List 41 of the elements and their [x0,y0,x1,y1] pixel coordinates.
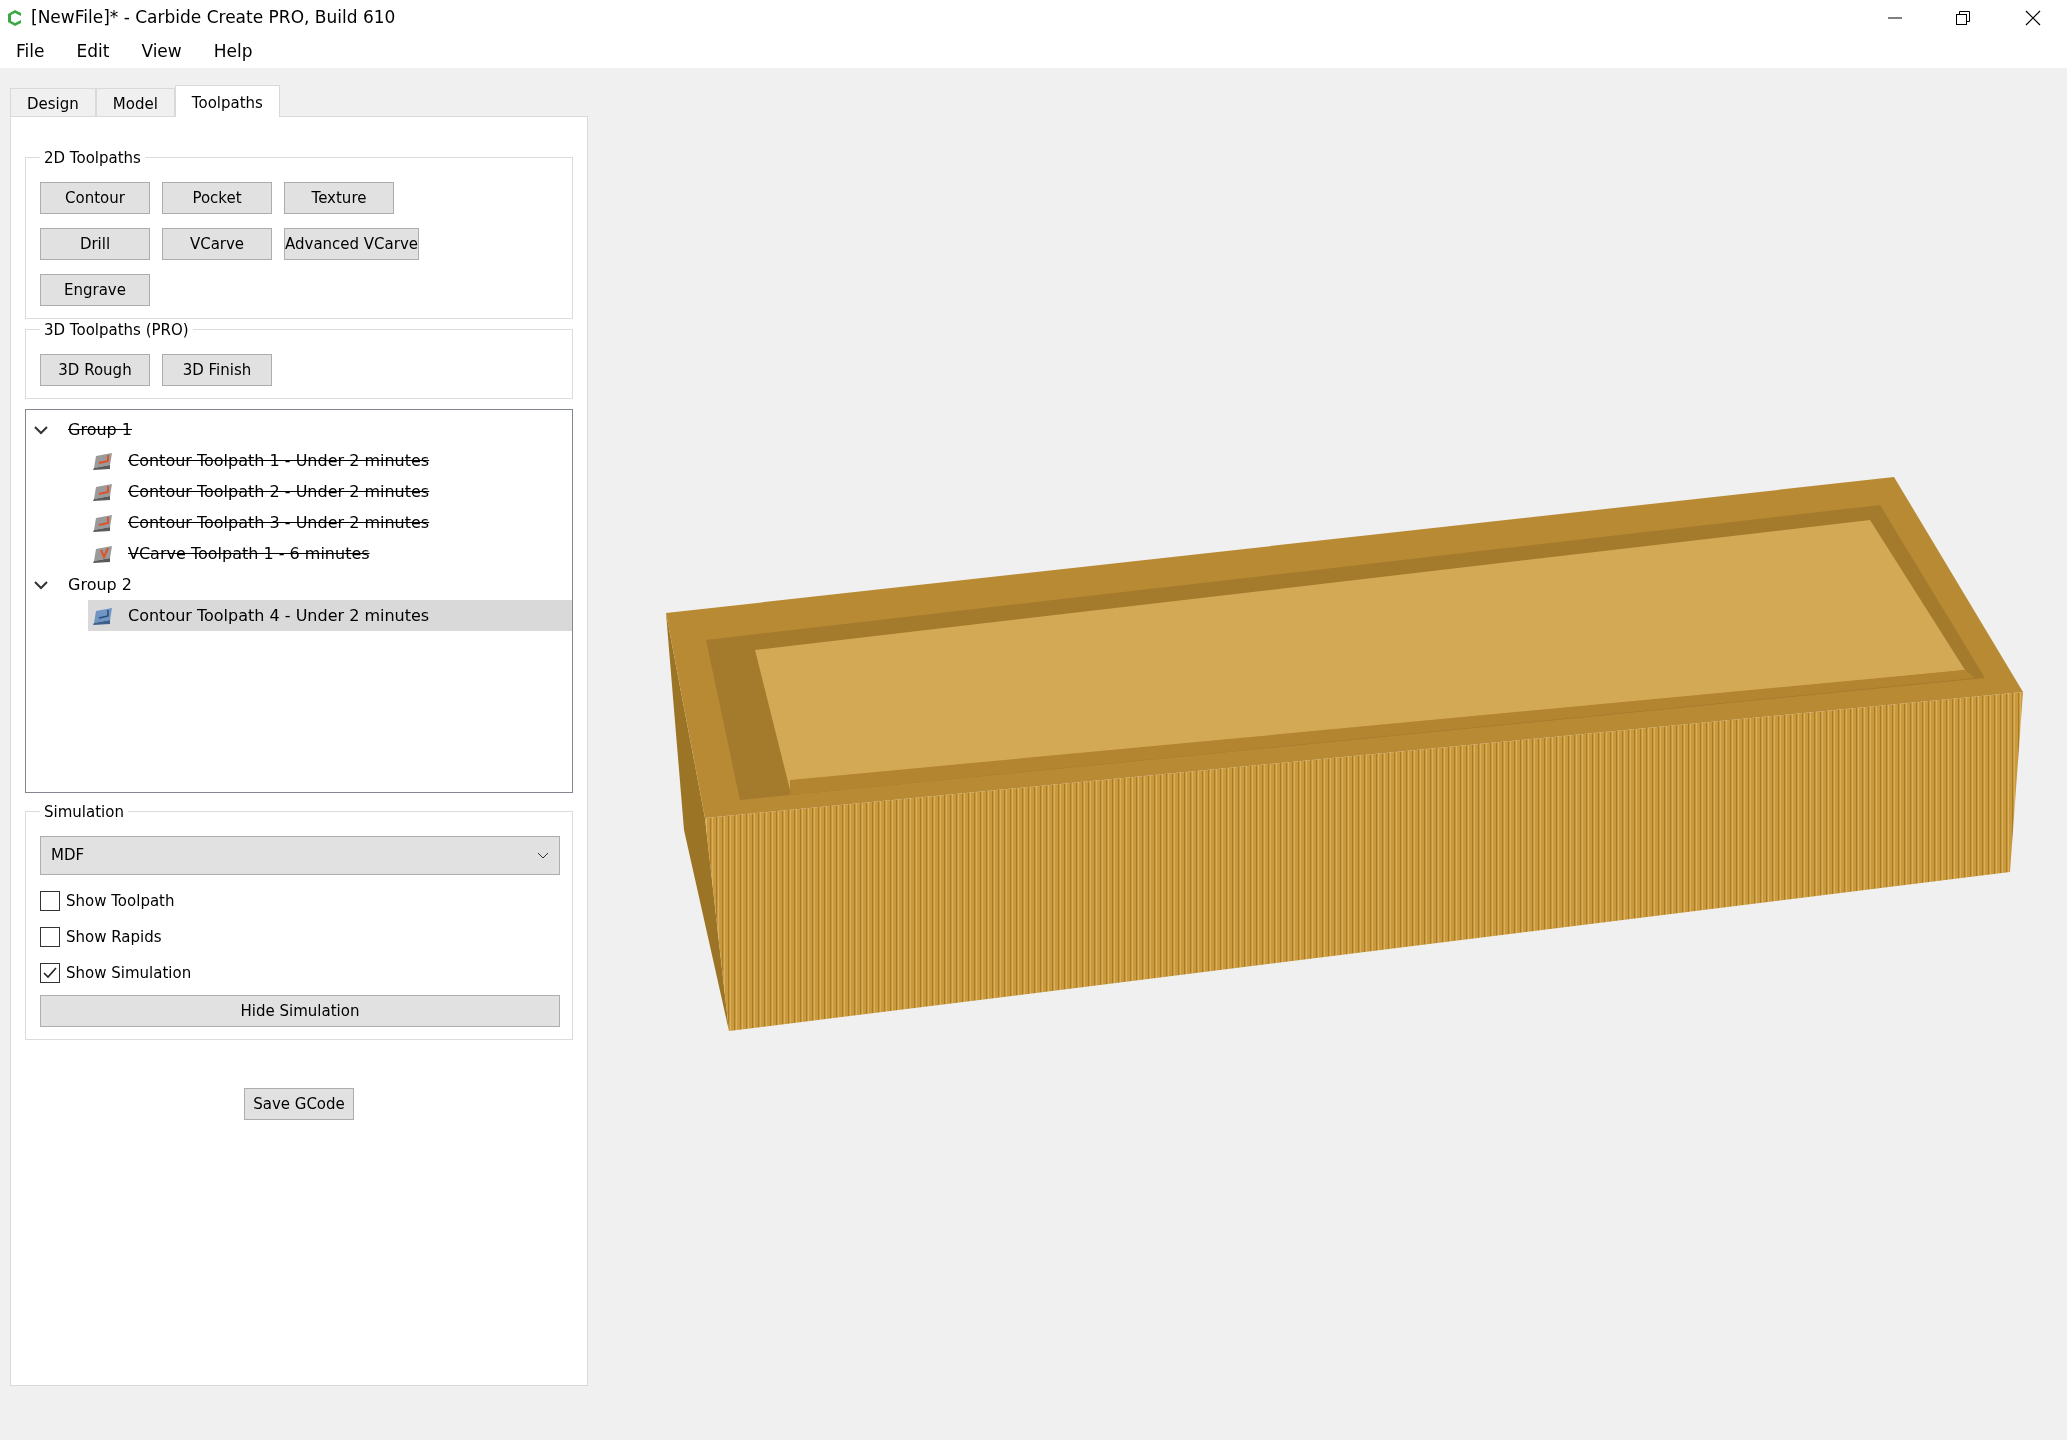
dropdown-caret-icon [537,851,549,860]
tab[interactable]: Design [10,88,96,116]
contour-toolpath-icon [92,606,114,625]
checkbox-label: Show Rapids [66,926,162,948]
checkbox-label: Show Toolpath [66,890,175,912]
checkbox-label: Show Simulation [66,962,192,984]
checkbox[interactable] [40,927,60,947]
minimize-icon [1887,17,1902,19]
chevron-down-icon[interactable] [34,579,48,590]
hide-simulation-button[interactable]: Hide Simulation [40,995,560,1027]
toolpath-button[interactable]: 3D Rough [40,354,150,386]
toolpath-button[interactable]: 3D Finish [162,354,272,386]
checkbox[interactable] [40,963,60,983]
toolpath-button[interactable]: Pocket [162,182,272,214]
tab[interactable]: Model [95,88,175,116]
group-label[interactable]: Group 2 [68,572,132,597]
toolpath-button[interactable]: Texture [284,182,394,214]
menu-item[interactable]: Help [197,39,269,65]
contour-toolpath-icon [92,513,114,532]
menu-item[interactable]: View [125,39,198,65]
tab[interactable]: Toolpaths [174,85,280,117]
selected-row[interactable]: Contour Toolpath 4 - Under 2 minutes [88,600,572,631]
toolpath-label[interactable]: Contour Toolpath 4 - Under 2 minutes [128,603,430,628]
material-dropdown[interactable]: MDF [40,836,560,875]
checkmark-icon [43,967,57,979]
contour-toolpath-icon [92,482,114,501]
restore-icon [1956,10,1971,26]
toolpath-button[interactable]: Contour [40,182,150,214]
vcarve-toolpath-icon [92,544,114,563]
checkbox[interactable] [40,891,60,911]
toolpath-button[interactable]: Advanced VCarve [284,228,419,260]
contour-toolpath-icon [92,451,114,470]
close-icon [2024,10,2041,26]
menu-item[interactable]: File [0,39,61,65]
toolpath-button[interactable]: Engrave [40,274,150,306]
toolpath-button[interactable]: VCarve [162,228,272,260]
toolpath-button[interactable]: Drill [40,228,150,260]
app-logo-icon [7,9,23,27]
window-title: [NewFile]* - Carbide Create PRO, Build 610 [31,6,396,30]
menu-item[interactable]: Edit [60,39,126,65]
save-gcode-button[interactable]: Save GCode [244,1088,354,1120]
